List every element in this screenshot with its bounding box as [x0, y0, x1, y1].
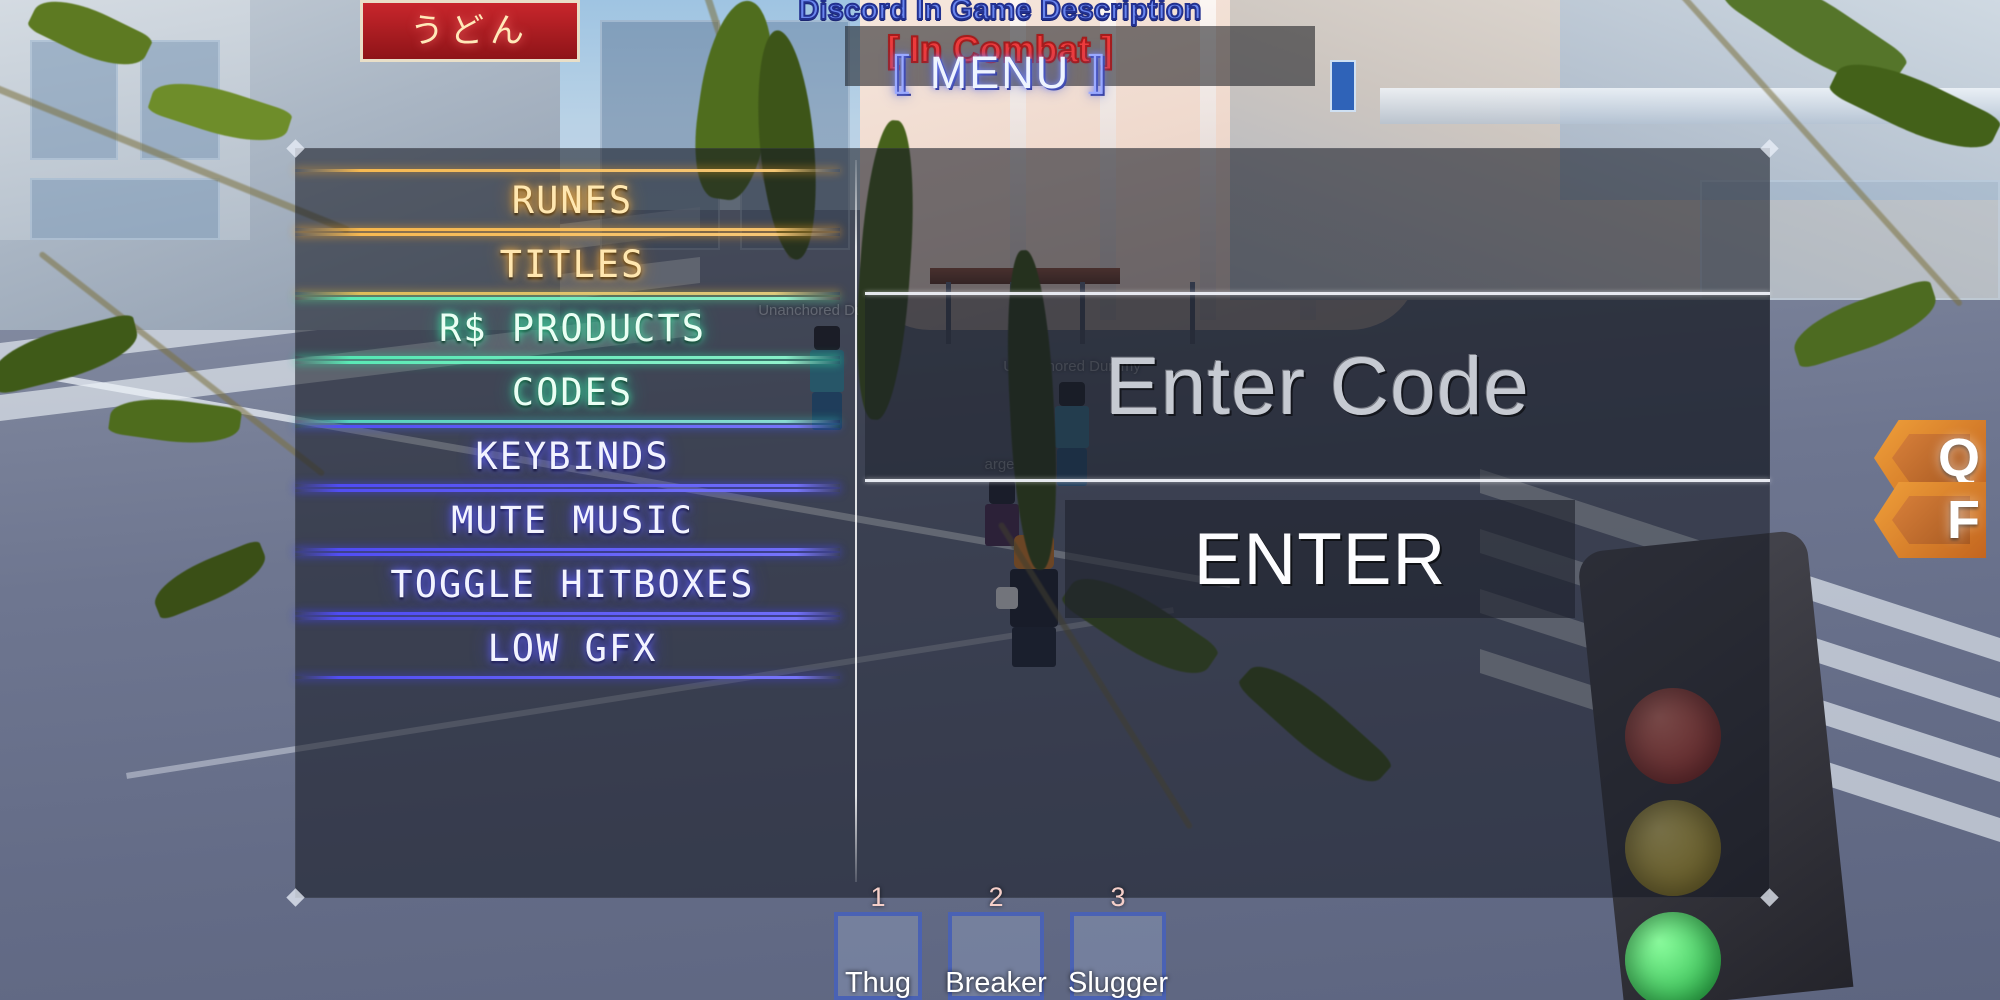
menu-item-titles[interactable]: TITLES [295, 232, 845, 296]
menu-item-rule-top [295, 169, 840, 172]
ability-slot-f[interactable]: F [1874, 482, 1986, 558]
hotbar-slot-number: 3 [1110, 882, 1126, 912]
menu-item-label: MUTE MUSIC [451, 498, 694, 542]
menu-item-toggle-hitboxes[interactable]: TOGGLE HITBOXES [295, 552, 845, 616]
menu-item-label: R$ PRODUCTS [438, 306, 707, 350]
menu-item-rule-top [295, 297, 840, 300]
menu-item-label: CODES [511, 370, 634, 414]
menu-title-label: MENU [929, 47, 1071, 98]
code-input-placeholder: Enter Code [1105, 341, 1530, 432]
menu-item-rule-top [295, 617, 840, 620]
menu-item-rule-bottom [295, 292, 840, 295]
ability-key-label: F [1947, 490, 1980, 550]
menu-item-label: TITLES [499, 242, 646, 286]
menu-item-low-gfx[interactable]: LOW GFX [295, 616, 845, 680]
hotbar-slot-number: 1 [870, 882, 886, 912]
panel-divider [855, 160, 857, 882]
menu-item-list: RUNES TITLES R$ PRODUCTS CODES KEYBINDS MUTE … [295, 168, 845, 680]
leaf [1786, 277, 1944, 371]
leaf [0, 312, 144, 396]
code-input-top-rule [865, 292, 1770, 295]
enter-code-button[interactable]: ENTER [1065, 500, 1575, 618]
menu-item-rule-bottom [295, 548, 840, 551]
hotbar-slot-name: Breaker [945, 967, 1047, 999]
menu-item-label: TOGGLE HITBOXES [390, 562, 755, 606]
enter-code-button-label: ENTER [1193, 518, 1447, 600]
menu-title-bracket-left: ⟦ [890, 47, 916, 98]
menu-item-rule-bottom [295, 356, 840, 359]
hotbar-slot-name: Slugger [1068, 967, 1168, 999]
hotbar-slot-1[interactable]: 1 Thug [834, 882, 922, 1000]
menu-item-rule-top [295, 553, 840, 556]
menu-item-label: LOW GFX [487, 626, 658, 670]
menu-item-rule-top [295, 489, 840, 492]
menu-item-rule-bottom [295, 612, 840, 615]
menu-item-rule-bottom [295, 228, 840, 231]
game-screen: うどん Unanchored Dummy Unanchored Dummy [0, 0, 2000, 1000]
menu-item-mute-music[interactable]: MUTE MUSIC [295, 488, 845, 552]
hotbar: 1 Thug 2 Breaker 3 Slugger [834, 882, 1168, 1000]
menu-title-bracket-right: ⟧ [1084, 47, 1110, 98]
menu-item-rule-top [295, 425, 840, 428]
ability-key-label: Q [1937, 428, 1980, 488]
hotbar-slot-2[interactable]: 2 Breaker [945, 882, 1047, 1000]
leaf [107, 391, 243, 451]
menu-item-rule-bottom [295, 484, 840, 487]
code-input-bottom-rule [865, 479, 1770, 482]
hotbar-slot-number: 2 [988, 882, 1004, 912]
menu-item-r-products[interactable]: R$ PRODUCTS [295, 296, 845, 360]
hotbar-slot-3[interactable]: 3 Slugger [1068, 882, 1168, 1000]
menu-item-keybinds[interactable]: KEYBINDS [295, 424, 845, 488]
leaf [146, 538, 274, 622]
menu-item-rule-bottom [295, 676, 840, 679]
menu-item-runes[interactable]: RUNES [295, 168, 845, 232]
menu-item-rule-top [295, 233, 840, 236]
menu-item-codes[interactable]: CODES [295, 360, 845, 424]
menu-item-label: KEYBINDS [475, 434, 670, 478]
menu-item-rule-bottom [295, 420, 840, 423]
menu-title: ⟦ MENU ⟧ [0, 46, 2000, 99]
menu-item-label: RUNES [511, 178, 634, 222]
code-input-field[interactable]: Enter Code [865, 292, 1770, 482]
menu-item-rule-top [295, 361, 840, 364]
hotbar-slot-name: Thug [844, 967, 912, 999]
